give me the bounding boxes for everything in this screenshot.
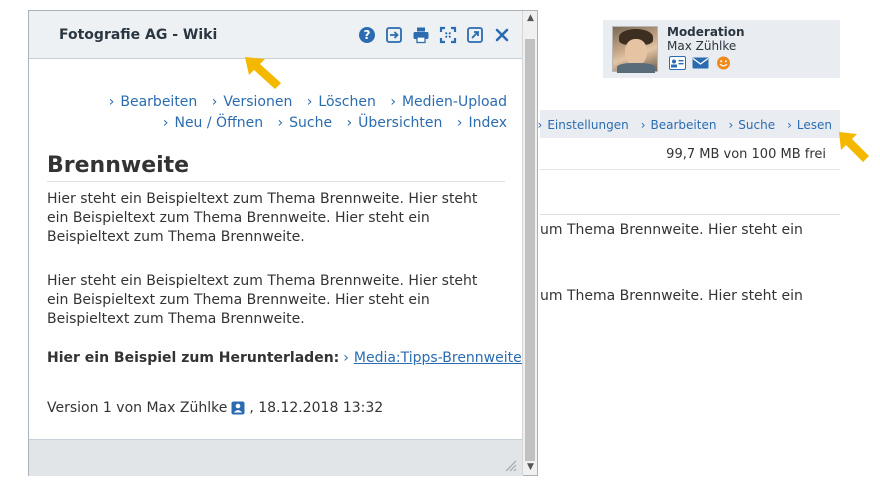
nav-edit[interactable]: Bearbeiten [109,94,198,110]
svg-text:?: ? [364,28,371,42]
resize-handle-icon[interactable] [503,458,517,472]
bg-nav-item[interactable]: Bearbeiten [641,118,717,132]
moderation-box: Moderation Max Zühlke [603,20,840,78]
nav-new-open[interactable]: Neu / Öffnen [163,115,263,131]
version-info: Version 1 von Max Zühlke , 18.12.2018 13… [47,400,383,416]
bg-text-line: um Thema Brennweite. Hier steht ein [540,288,803,304]
export-icon[interactable] [385,26,403,44]
bg-nav-item[interactable]: Einstellungen [538,118,628,132]
bg-nav-item[interactable]: Suche [728,118,775,132]
scroll-up-button[interactable]: ▲ [523,11,538,26]
dialog-title: Fotografie AG - Wiki [59,27,218,43]
paragraph: Hier steht ein Beispieltext zum Thema Br… [47,273,478,327]
nav-overviews[interactable]: Übersichten [347,115,443,131]
nav-media-upload[interactable]: Medien-Upload [390,94,507,110]
dialog-body: Bearbeiten Versionen Löschen Medien-Uplo… [29,60,523,438]
nav-versions[interactable]: Versionen [212,94,293,110]
chevron-right-icon: › [343,350,349,366]
storage-text: 99,7 MB von 100 MB frei [666,147,826,162]
paragraph: Hier steht ein Beispieltext zum Thema Br… [47,191,478,245]
nav-search[interactable]: Suche [278,115,333,131]
page-title: Brennweite [47,153,505,182]
scroll-down-button[interactable]: ▼ [523,460,538,475]
help-icon[interactable]: ? [358,26,376,44]
vcard-icon[interactable] [669,56,686,70]
bg-text-line: um Thema Brennweite. Hier steht ein [540,222,803,238]
user-profile-icon[interactable] [231,401,245,415]
download-label: Hier ein Beispiel zum Herunterladen: [47,350,340,366]
nav-index[interactable]: Index [457,115,507,131]
close-icon[interactable] [493,26,511,44]
download-link[interactable]: Media:Tipps-Brennweite.pdf [354,350,523,366]
wiki-dialog: Fotografie AG - Wiki ? › Bearbeiten › Ve… [28,10,538,476]
arrow-pointer-icon [839,132,869,162]
bg-nav-item[interactable]: Lesen [787,118,832,132]
dialog-header[interactable]: Fotografie AG - Wiki ? [29,11,523,59]
print-icon[interactable] [412,26,430,44]
smiley-icon[interactable] [715,56,732,70]
version-date: , 18.12.2018 13:32 [249,400,384,416]
download-section: Hier ein Beispiel zum Herunterladen: › Med… [47,350,523,366]
scroll-thumb[interactable] [525,39,535,461]
fullscreen-icon[interactable] [439,26,457,44]
nav-delete[interactable]: Löschen [307,94,376,110]
arrow-pointer-icon [245,57,281,89]
wiki-nav: Bearbeiten Versionen Löschen Medien-Uplo… [77,92,507,134]
version-text: Version 1 von Max Zühlke [47,400,228,416]
divider [540,214,840,215]
mail-icon[interactable] [692,56,709,70]
scrollbar[interactable]: ▲ ▼ [522,11,537,475]
popout-icon[interactable] [466,26,484,44]
avatar [612,26,658,73]
background-nav: Einstellungen Bearbeiten Suche Lesen [540,110,840,138]
moderator-name: Max Zühlke [667,39,737,53]
dialog-footer [29,439,523,476]
storage-info: 99,7 MB von 100 MB frei [540,140,840,170]
moderation-title: Moderation [667,25,745,39]
